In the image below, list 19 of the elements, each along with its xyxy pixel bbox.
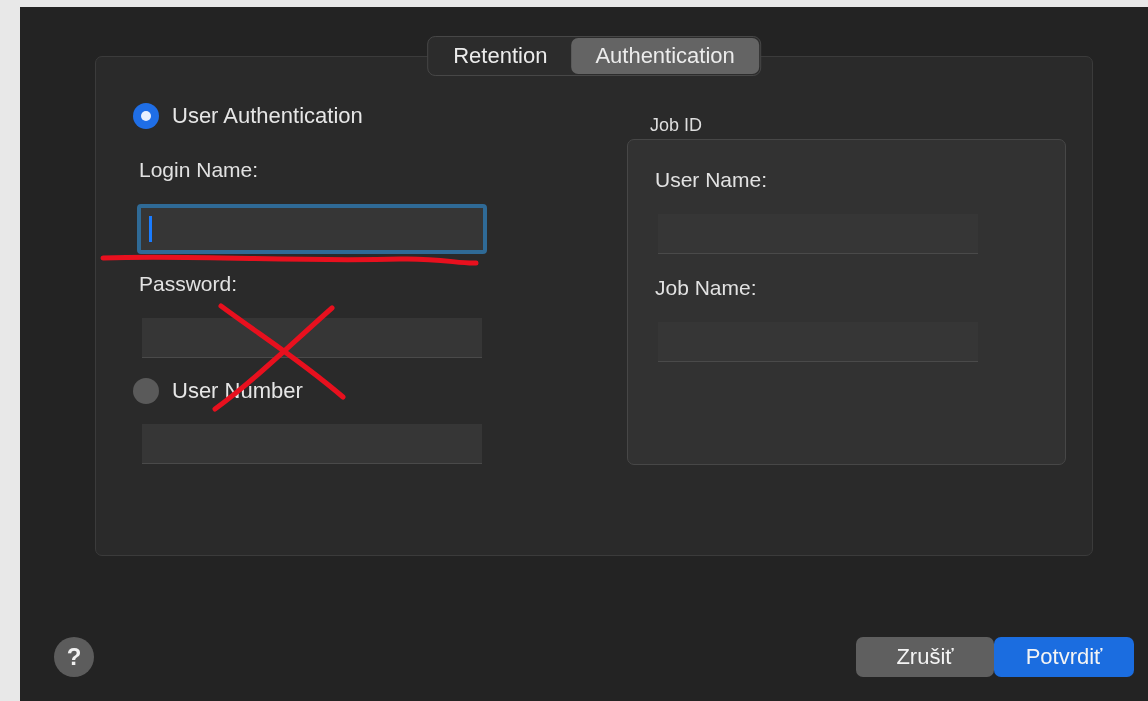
- confirm-button[interactable]: Potvrdiť: [994, 637, 1134, 677]
- text-field[interactable]: [142, 318, 482, 358]
- help-button[interactable]: ?: [54, 637, 94, 677]
- tab[interactable]: Retention: [429, 38, 572, 74]
- field-label: Job Name:: [655, 276, 758, 300]
- cancel-button[interactable]: Zrušiť: [856, 637, 994, 677]
- text-field[interactable]: [142, 424, 482, 464]
- field-label: Login Name:: [139, 158, 260, 182]
- group-title: Job ID: [650, 115, 704, 135]
- text-field[interactable]: [658, 214, 978, 254]
- radio-button[interactable]: [133, 378, 159, 404]
- field-label: User Name:: [655, 168, 769, 192]
- radio-button[interactable]: [133, 103, 159, 129]
- text-cursor-icon: [149, 216, 152, 242]
- tab[interactable]: Authentication: [571, 38, 759, 74]
- field-label: Password:: [139, 272, 239, 296]
- radio-label: User Authentication: [172, 103, 363, 129]
- text-field[interactable]: [137, 204, 487, 254]
- text-field[interactable]: [658, 322, 978, 362]
